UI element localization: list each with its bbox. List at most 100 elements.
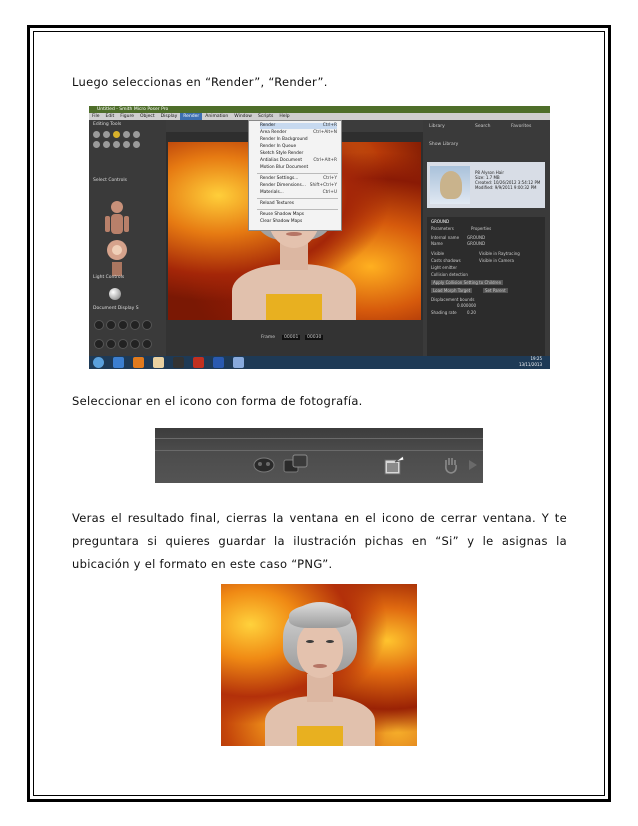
display-style-buttons bbox=[93, 316, 161, 356]
menu-help[interactable]: Help bbox=[276, 113, 292, 120]
menu-render[interactable]: Render bbox=[180, 113, 203, 120]
display-style-icon[interactable] bbox=[142, 320, 152, 330]
paragraph-photo-icon: Seleccionar en el icono con forma de fot… bbox=[72, 394, 363, 408]
menu-display[interactable]: Display bbox=[158, 113, 181, 120]
item-modified: Modified: 9/9/2011 9:00:32 PM bbox=[475, 185, 537, 190]
render-photo-icon[interactable] bbox=[383, 454, 405, 476]
frame-start-field[interactable]: 00001 bbox=[282, 335, 301, 340]
name-field[interactable]: GROUND bbox=[467, 241, 485, 246]
hair-thumbnail bbox=[430, 166, 470, 204]
display-style-icon[interactable] bbox=[142, 339, 152, 349]
properties-tab[interactable]: Properties bbox=[471, 226, 491, 231]
hair-preview bbox=[440, 171, 462, 199]
menu-object[interactable]: Object bbox=[137, 113, 158, 120]
properties-panel: GROUND Parameters Properties Internal na… bbox=[427, 217, 545, 356]
display-style-icon[interactable] bbox=[94, 339, 104, 349]
left-controls-panel: Editing Tools Select Controls Light Cont… bbox=[89, 120, 166, 356]
library-item-info: P8 Alyson Hair Size: 1.7 MB Created: 10/… bbox=[475, 170, 540, 190]
morph-tool-icon[interactable] bbox=[133, 141, 140, 148]
display-style-icon[interactable] bbox=[118, 320, 128, 330]
menu-item-render[interactable]: Render Ctrl+R bbox=[260, 123, 337, 129]
search-tab[interactable]: Search bbox=[475, 124, 490, 129]
props-header: GROUND bbox=[431, 219, 450, 224]
explorer-icon[interactable] bbox=[153, 357, 164, 368]
visible-raytracing-checkbox[interactable]: Visible in Raytracing bbox=[479, 251, 520, 256]
taper-tool-icon[interactable] bbox=[133, 131, 140, 138]
twist-tool-icon[interactable] bbox=[103, 131, 110, 138]
menu-item-render-background[interactable]: Render In Background bbox=[260, 137, 337, 143]
grouping-tool-icon[interactable] bbox=[113, 141, 120, 148]
set-parent-button[interactable]: Set Parent bbox=[483, 288, 508, 293]
view-magnifier-icon[interactable] bbox=[123, 141, 130, 148]
menu-item-render-dimensions[interactable]: Render Dimensions... Shift+Ctrl+Y bbox=[260, 183, 337, 189]
shading-rate-value[interactable]: 0.20 bbox=[467, 310, 476, 315]
menu-item-reload-textures[interactable]: Reload Textures bbox=[260, 201, 337, 207]
translate-tool-icon[interactable] bbox=[113, 131, 120, 138]
menu-animation[interactable]: Animation bbox=[202, 113, 231, 120]
duplicate-mask-icon[interactable] bbox=[283, 454, 309, 474]
show-library-dropdown[interactable]: Show Library bbox=[429, 142, 458, 147]
menu-separator bbox=[257, 173, 338, 174]
scale-tool-icon[interactable] bbox=[123, 131, 130, 138]
figure-lips bbox=[313, 664, 327, 668]
rotate-tool-icon[interactable] bbox=[93, 131, 100, 138]
visible-checkbox[interactable]: Visible bbox=[431, 251, 444, 256]
final-render-image bbox=[221, 584, 417, 746]
light-emitter-checkbox[interactable]: Light emitter bbox=[431, 265, 457, 270]
taskbar-clock: 19:25 13/11/2013 bbox=[519, 356, 542, 368]
menu-item-reuse-shadow-maps[interactable]: Reuse Shadow Maps bbox=[260, 212, 337, 218]
menu-item-clear-shadow-maps[interactable]: Clear Shadow Maps bbox=[260, 219, 337, 225]
ie-icon[interactable] bbox=[113, 357, 124, 368]
casts-shadows-checkbox[interactable]: Casts shadows bbox=[431, 258, 461, 263]
media-icon[interactable] bbox=[173, 357, 184, 368]
figure-render bbox=[261, 596, 379, 746]
load-morph-target-button[interactable]: Load Morph Target bbox=[431, 288, 473, 293]
light-ball-icon[interactable] bbox=[109, 288, 121, 300]
display-style-icon[interactable] bbox=[118, 339, 128, 349]
arrow-right-icon[interactable] bbox=[468, 459, 478, 471]
frame-end-field[interactable]: 00030 bbox=[305, 335, 324, 340]
display-style-icon[interactable] bbox=[94, 320, 104, 330]
animation-controls: Frame 00001 00030 bbox=[166, 320, 423, 356]
displacement-value[interactable]: 0.000000 bbox=[457, 303, 476, 308]
camera-controls-icon[interactable] bbox=[101, 198, 133, 278]
poser-icon[interactable] bbox=[193, 357, 204, 368]
parameters-tab[interactable]: Parameters bbox=[431, 226, 454, 231]
menu-window[interactable]: Window bbox=[231, 113, 255, 120]
hand-pan-icon[interactable] bbox=[443, 456, 459, 474]
favorites-tab[interactable]: Favorites bbox=[511, 124, 531, 129]
start-button-icon[interactable] bbox=[93, 357, 104, 368]
library-tab[interactable]: Library bbox=[429, 124, 445, 129]
apply-collision-button[interactable]: Apply Collision Setting to Children bbox=[431, 280, 504, 285]
chain-break-icon[interactable] bbox=[93, 141, 100, 148]
menu-item-motion-blur[interactable]: Motion Blur Document bbox=[260, 165, 337, 171]
menu-file[interactable]: File bbox=[89, 113, 103, 120]
menu-item-render-queue[interactable]: Render In Queue bbox=[260, 144, 337, 150]
firefox-icon[interactable] bbox=[133, 357, 144, 368]
color-tool-icon[interactable] bbox=[103, 141, 110, 148]
menu-item-antialias[interactable]: Antialias Document Ctrl+Alt+R bbox=[260, 158, 337, 164]
paragraph-render-step: Luego seleccionas en “Render”, “Render”. bbox=[72, 75, 328, 89]
display-style-icon[interactable] bbox=[130, 339, 140, 349]
menu-item-sketch-render[interactable]: Sketch Style Render bbox=[260, 151, 337, 157]
menu-figure[interactable]: Figure bbox=[117, 113, 137, 120]
paint-icon[interactable] bbox=[233, 357, 244, 368]
menu-item-materials[interactable]: Materials... Ctrl+U bbox=[260, 190, 337, 196]
visible-camera-checkbox[interactable]: Visible in Camera bbox=[479, 258, 514, 263]
menu-scripts[interactable]: Scripts bbox=[255, 113, 276, 120]
mask-icon[interactable] bbox=[253, 456, 275, 474]
menu-bar: File Edit Figure Object Display Render A… bbox=[89, 113, 550, 120]
library-item-panel[interactable]: P8 Alyson Hair Size: 1.7 MB Created: 10/… bbox=[427, 162, 545, 208]
internal-name-value: GROUND bbox=[467, 235, 486, 240]
toolbar-strip-screenshot bbox=[155, 428, 483, 483]
word-icon[interactable] bbox=[213, 357, 224, 368]
display-style-icon[interactable] bbox=[106, 339, 116, 349]
menu-item-render-settings[interactable]: Render Settings... Ctrl+Y bbox=[260, 176, 337, 182]
menu-edit[interactable]: Edit bbox=[103, 113, 118, 120]
right-panel: Library Search Favorites Show Library P8… bbox=[423, 120, 550, 356]
collision-detection-checkbox[interactable]: Collision detection bbox=[431, 272, 468, 277]
display-style-icon[interactable] bbox=[106, 320, 116, 330]
display-style-icon[interactable] bbox=[130, 320, 140, 330]
menu-item-area-render[interactable]: Area Render Ctrl+Alt+N bbox=[260, 130, 337, 136]
figure-fringe bbox=[289, 604, 351, 628]
